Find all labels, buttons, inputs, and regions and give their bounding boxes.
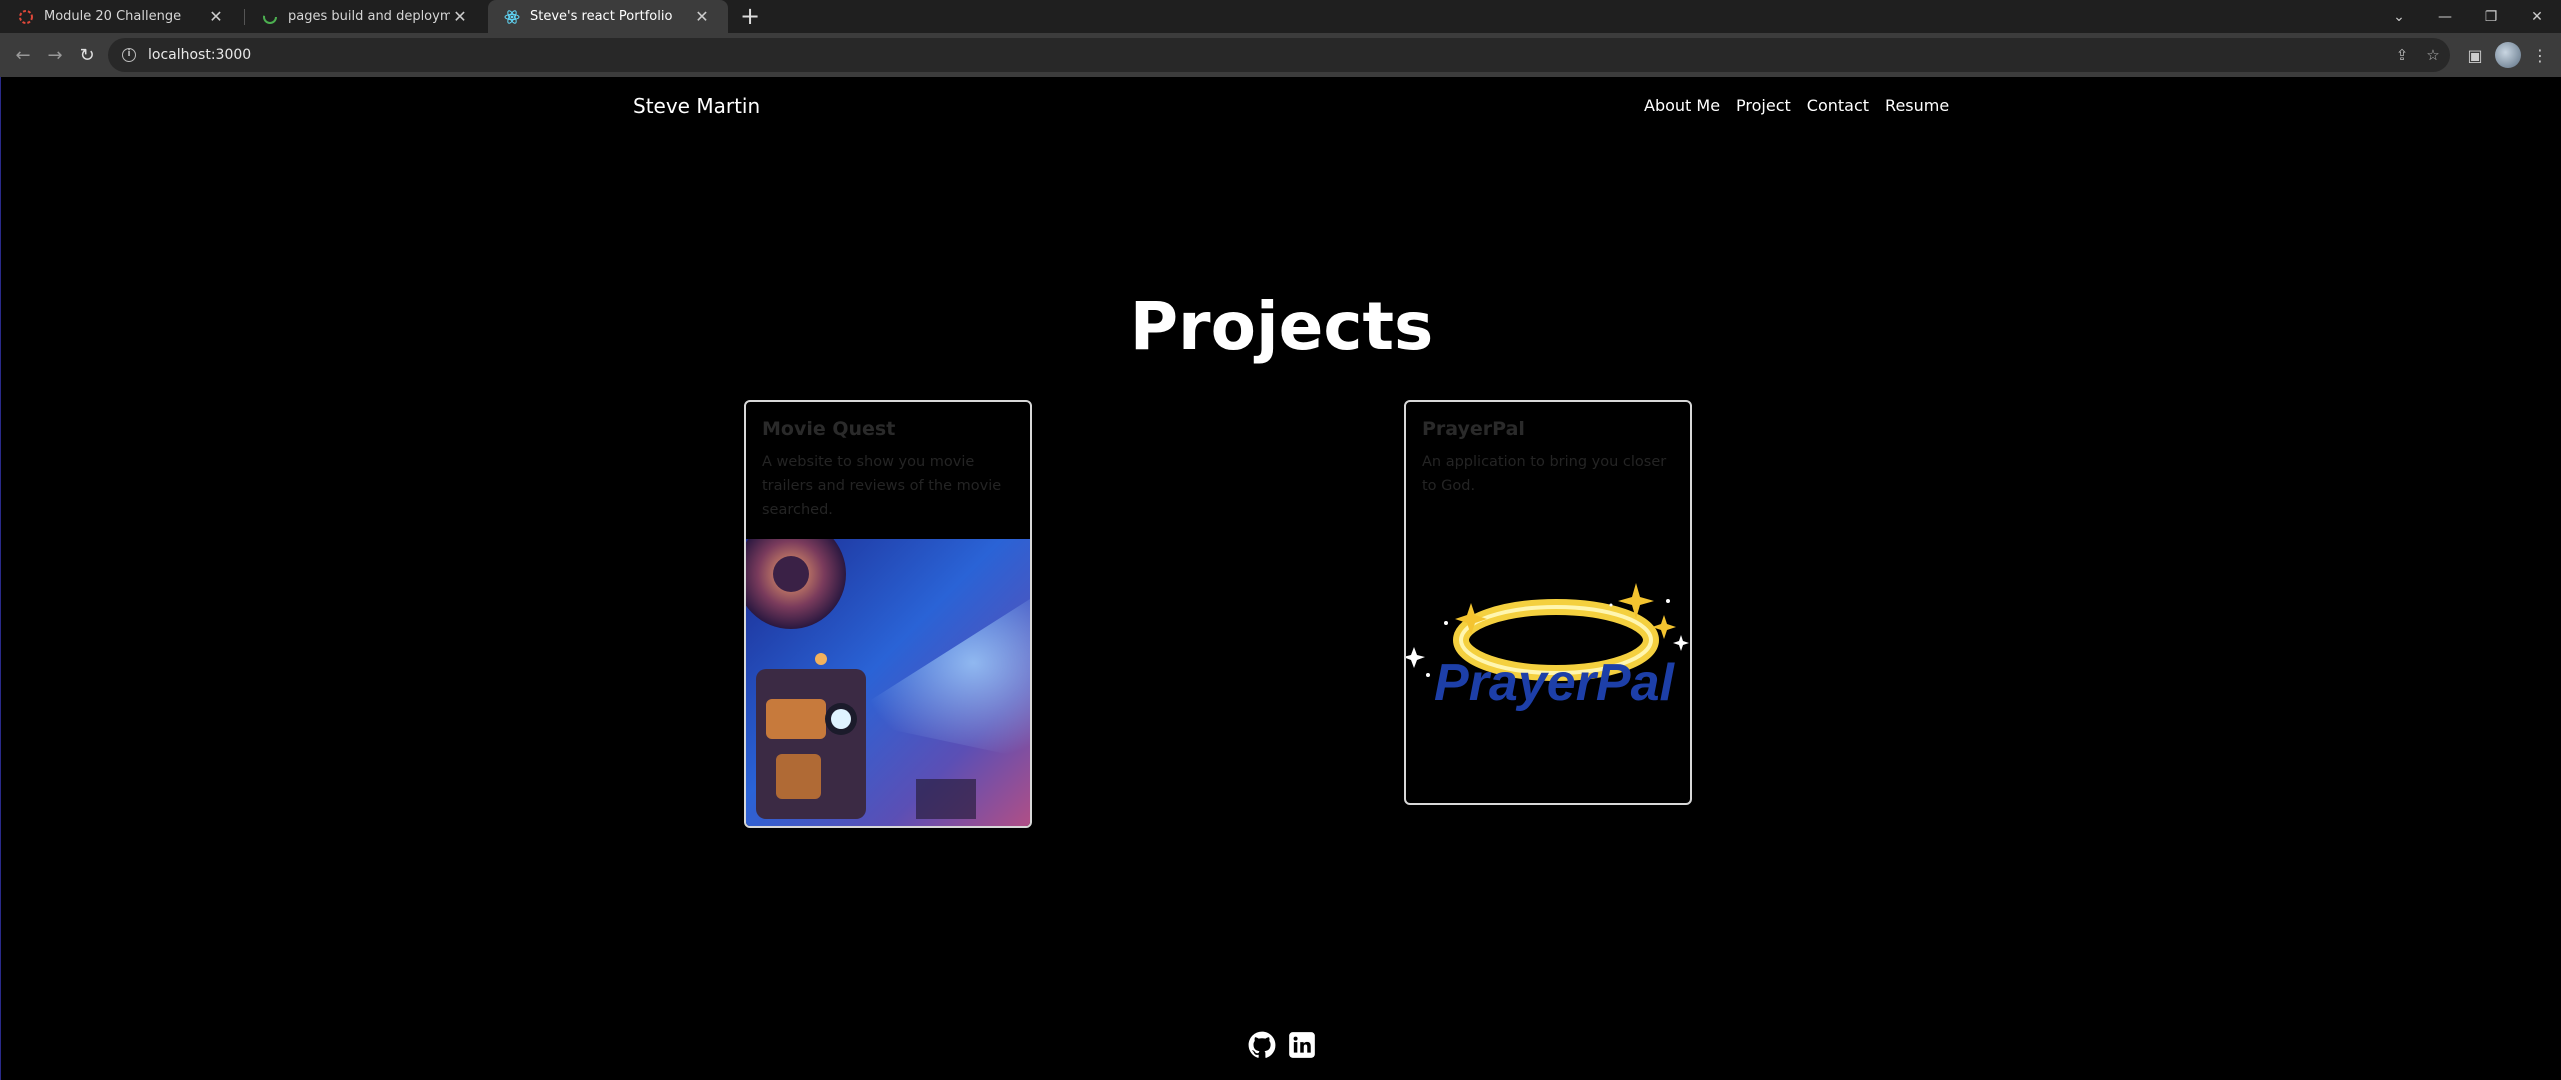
project-card-prayerpal[interactable]: PrayerPal An application to bring you cl… bbox=[1404, 400, 1692, 805]
tab-label: Steve's react Portfolio bbox=[530, 9, 673, 24]
prayerpal-logo-text: PrayerPal bbox=[1434, 654, 1676, 712]
browser-toolbar: ← → ↻ i localhost:3000 ⇪ ☆ ▣ ⋮ bbox=[0, 33, 2561, 77]
minimize-button[interactable]: — bbox=[2422, 0, 2468, 33]
react-icon bbox=[504, 9, 520, 24]
tab-module-20-challenge[interactable]: Module 20 Challenge ✕ bbox=[2, 0, 242, 33]
forward-button[interactable]: → bbox=[42, 42, 68, 68]
side-panel-icon[interactable]: ▣ bbox=[2462, 42, 2488, 68]
site-nav: About Me Project Contact Resume bbox=[1644, 96, 1949, 115]
restore-button[interactable]: ❐ bbox=[2468, 0, 2514, 33]
close-window-button[interactable]: ✕ bbox=[2514, 0, 2560, 33]
browser-tab-strip: Module 20 Challenge ✕ pages build and de… bbox=[0, 0, 2561, 33]
movie-projector-image bbox=[746, 539, 1030, 826]
github-icon[interactable] bbox=[1248, 1031, 1276, 1059]
tab-pages-build[interactable]: pages build and deployment · W ✕ bbox=[246, 0, 486, 33]
share-icon[interactable]: ⇪ bbox=[2389, 42, 2415, 68]
nav-link-about-me[interactable]: About Me bbox=[1644, 96, 1720, 115]
site-info-icon[interactable]: i bbox=[122, 48, 136, 62]
profile-avatar[interactable] bbox=[2495, 42, 2521, 68]
tab-separator bbox=[244, 9, 245, 25]
nav-link-resume[interactable]: Resume bbox=[1885, 96, 1949, 115]
page-viewport: Steve Martin About Me Project Contact Re… bbox=[0, 77, 2561, 1080]
close-tab-icon[interactable]: ✕ bbox=[450, 7, 470, 26]
project-title: PrayerPal bbox=[1422, 418, 1525, 440]
back-button[interactable]: ← bbox=[10, 42, 36, 68]
nav-link-contact[interactable]: Contact bbox=[1807, 96, 1869, 115]
reload-button[interactable]: ↻ bbox=[74, 42, 100, 68]
loading-spinner-icon bbox=[19, 9, 33, 24]
project-description: An application to bring you closer to Go… bbox=[1422, 454, 1667, 494]
bookmark-star-icon[interactable]: ☆ bbox=[2420, 42, 2446, 68]
address-bar[interactable]: i localhost:3000 bbox=[108, 38, 2450, 72]
project-description: A website to show you movie trailers and… bbox=[762, 454, 1002, 518]
project-card-movie-quest[interactable]: Movie Quest A website to show you movie … bbox=[744, 400, 1032, 828]
linkedin-icon[interactable] bbox=[1288, 1031, 1316, 1059]
close-tab-icon[interactable]: ✕ bbox=[692, 7, 712, 26]
new-tab-button[interactable]: + bbox=[736, 3, 764, 31]
tab-steves-react-portfolio[interactable]: Steve's react Portfolio ✕ bbox=[488, 0, 728, 33]
tab-label: Module 20 Challenge bbox=[44, 9, 182, 24]
loading-spinner-icon bbox=[263, 9, 277, 24]
close-tab-icon[interactable]: ✕ bbox=[206, 7, 226, 26]
footer-social-links bbox=[1248, 1031, 1316, 1059]
page-title: Projects bbox=[1129, 288, 1434, 365]
tab-search-icon[interactable]: ⌄ bbox=[2376, 0, 2422, 33]
site-brand[interactable]: Steve Martin bbox=[633, 94, 760, 118]
url-text: localhost:3000 bbox=[148, 47, 252, 63]
nav-link-project[interactable]: Project bbox=[1736, 96, 1791, 115]
project-title: Movie Quest bbox=[762, 418, 896, 440]
menu-kebab-icon[interactable]: ⋮ bbox=[2527, 42, 2553, 68]
prayerpal-logo-image: PrayerPal bbox=[1406, 583, 1689, 712]
tab-label: pages build and deployment · W bbox=[288, 9, 450, 24]
